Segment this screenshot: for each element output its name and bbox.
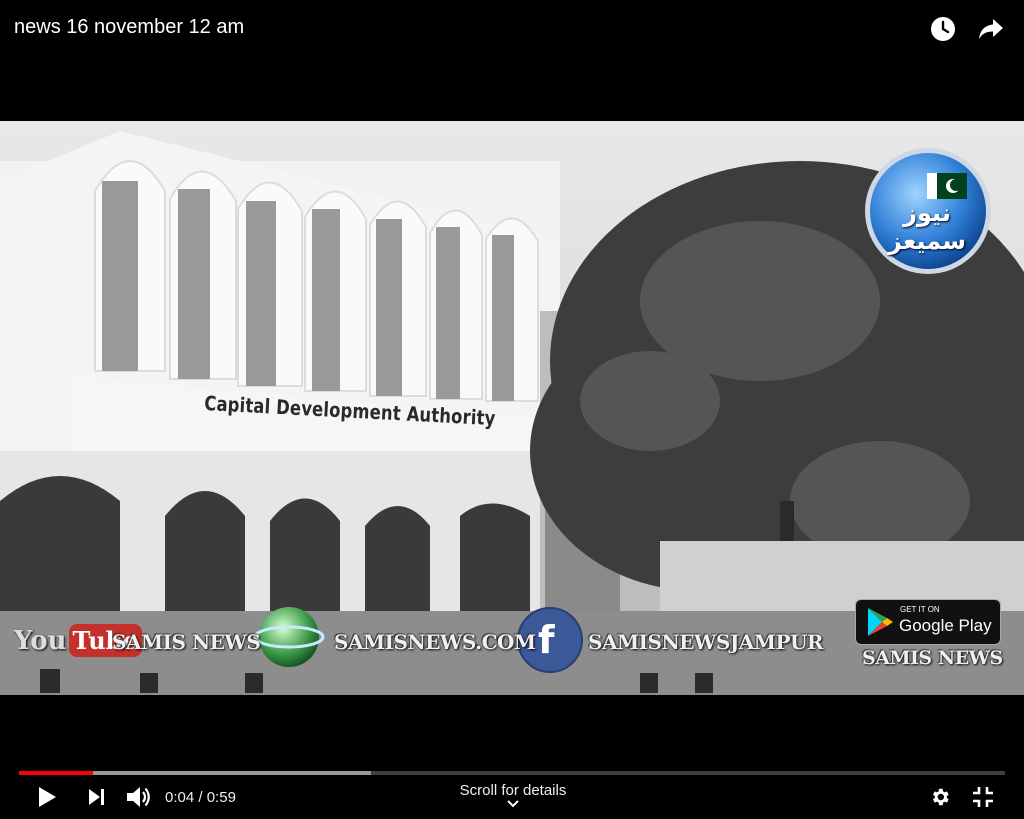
chevron-down-icon bbox=[507, 800, 519, 808]
settings-button[interactable] bbox=[927, 780, 953, 814]
progress-played bbox=[19, 771, 93, 775]
play-icon bbox=[39, 787, 56, 807]
youtube-channel-text: SAMIS NEWS bbox=[112, 630, 261, 654]
google-play-caption: SAMIS NEWS bbox=[862, 647, 1003, 669]
exit-fullscreen-icon bbox=[973, 787, 993, 807]
volume-icon bbox=[127, 787, 150, 807]
gear-icon bbox=[932, 788, 949, 806]
google-play-badge: GET IT ON Google Play bbox=[855, 599, 1001, 645]
progress-bar[interactable] bbox=[19, 771, 1005, 775]
player-controls: 0:04 / 0:59 Scroll for details bbox=[0, 780, 1024, 816]
scroll-for-details[interactable]: Scroll for details bbox=[458, 782, 568, 808]
facebook-page-text: SAMISNEWSJAMPUR bbox=[588, 630, 824, 654]
volume-button[interactable] bbox=[124, 780, 154, 814]
channel-logo-text: نیوز سمیعز bbox=[888, 199, 966, 255]
video-frame[interactable]: Capital Development Authority نیوز سمیعز… bbox=[0, 121, 1024, 695]
google-play-icon bbox=[868, 608, 893, 636]
play-button[interactable] bbox=[34, 780, 60, 814]
clock-icon[interactable] bbox=[928, 14, 958, 44]
website-text: SAMISNEWS.COM bbox=[334, 630, 536, 654]
video-title[interactable]: news 16 november 12 am bbox=[14, 16, 244, 39]
facebook-icon: f bbox=[538, 618, 555, 662]
top-controls bbox=[928, 14, 1006, 44]
exit-fullscreen-button[interactable] bbox=[970, 780, 996, 814]
time-display: 0:04 / 0:59 bbox=[165, 789, 236, 806]
next-icon bbox=[89, 789, 104, 805]
next-button[interactable] bbox=[84, 780, 110, 814]
share-icon[interactable] bbox=[976, 14, 1006, 44]
